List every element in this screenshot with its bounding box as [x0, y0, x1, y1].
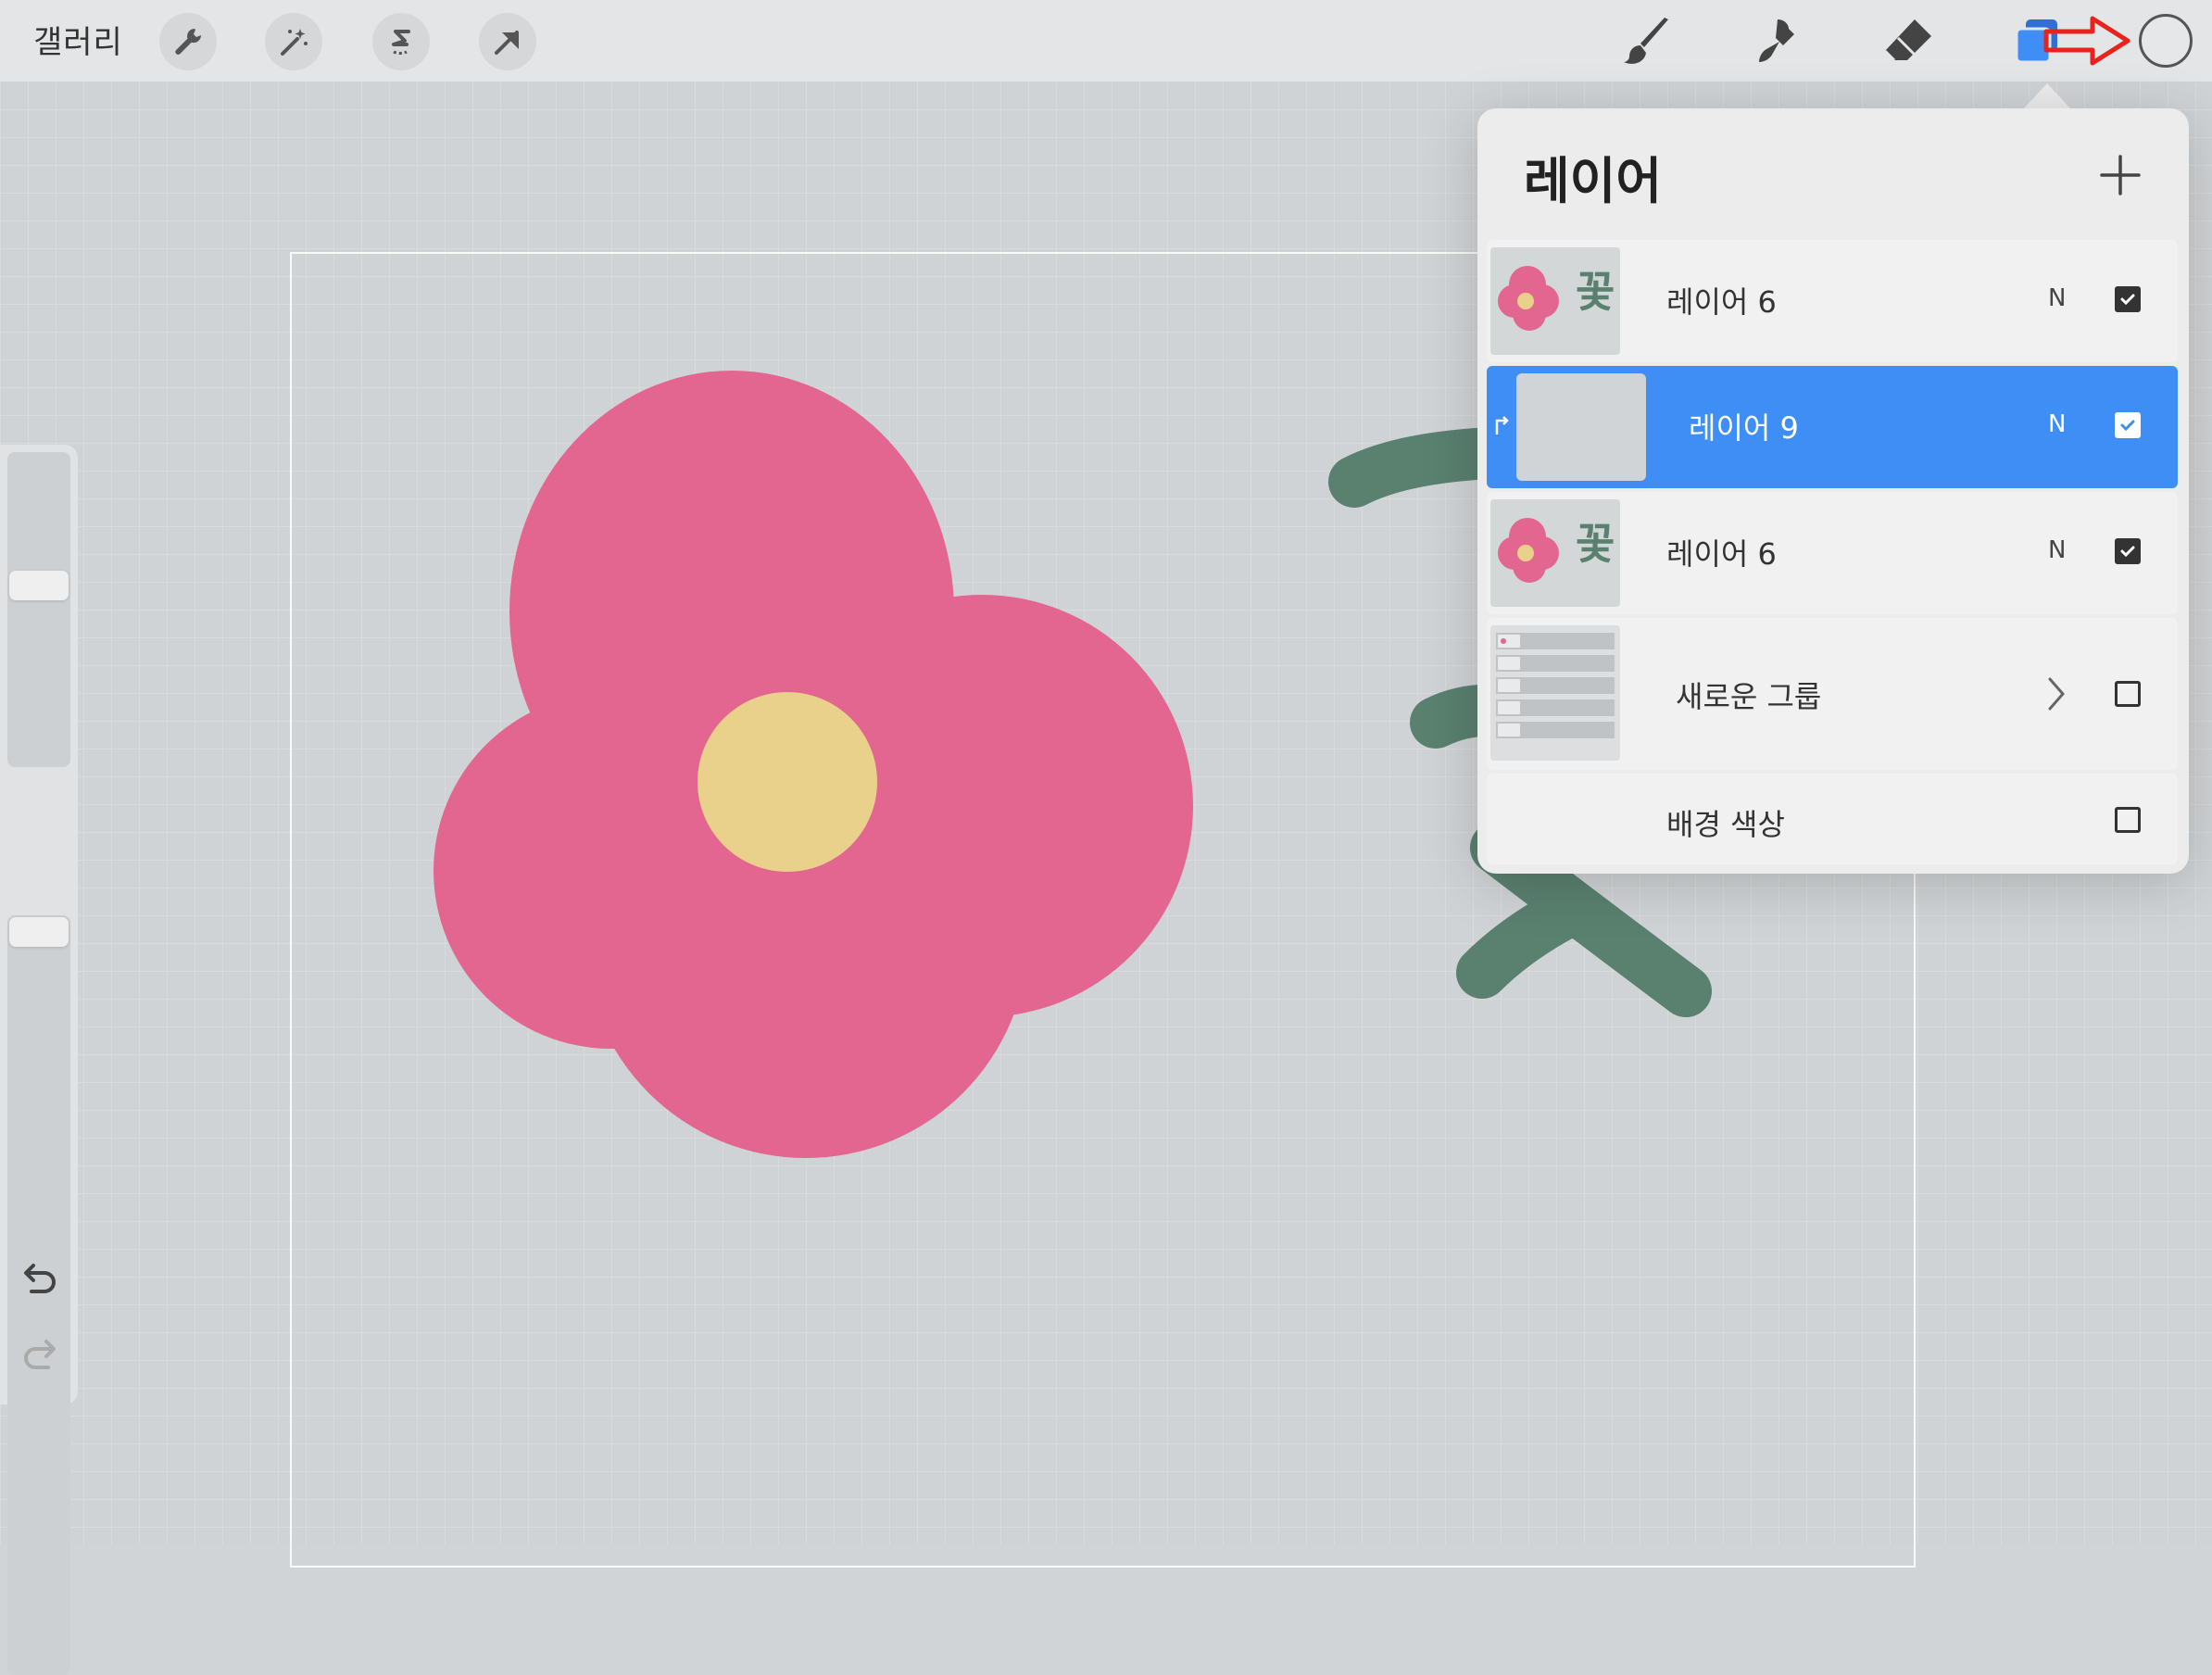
layer-name: 새로운 그룹	[1676, 679, 1822, 714]
brush-size-slider[interactable]	[7, 452, 70, 767]
selection-icon[interactable]	[372, 13, 430, 70]
group-thumbnail	[1490, 625, 1620, 761]
layer-visibility-checkbox[interactable]	[2115, 286, 2141, 312]
layer-name: 레이어 6	[1666, 284, 1777, 320]
blend-mode-button[interactable]: N	[2048, 536, 2066, 564]
eraser-icon[interactable]	[1877, 11, 1938, 72]
opacity-slider-thumb[interactable]	[9, 917, 69, 947]
background-color-row[interactable]: 배경 색상	[1487, 774, 2178, 864]
layers-panel: 레이어 꽃 레이어 6 N 레이어 9 N 꽃 레이어 6 N 새로운 그룹 배…	[1477, 108, 2189, 874]
layer-thumbnail: 꽃	[1490, 247, 1620, 355]
clipping-mask-icon	[1495, 416, 1509, 434]
chevron-right-icon[interactable]	[2042, 674, 2070, 714]
layer-name: 레이어 9	[1689, 410, 1799, 446]
blend-mode-button[interactable]: N	[2048, 284, 2066, 312]
flower-center	[698, 692, 877, 872]
layer-visibility-checkbox[interactable]	[2115, 412, 2141, 438]
brush-icon[interactable]	[1617, 11, 1678, 72]
smudge-icon[interactable]	[1747, 11, 1808, 72]
layer-visibility-checkbox[interactable]	[2115, 807, 2141, 833]
panel-title: 레이어	[1524, 152, 1663, 210]
brush-size-slider-thumb[interactable]	[9, 571, 69, 600]
magic-wand-icon[interactable]	[265, 13, 322, 70]
layer-name: 배경 색상	[1666, 807, 1785, 842]
redo-icon[interactable]	[19, 1334, 61, 1377]
layer-row-active[interactable]: 레이어 9 N	[1487, 366, 2178, 488]
blend-mode-button[interactable]: N	[2048, 410, 2066, 438]
top-toolbar: 갤러리	[0, 0, 2212, 82]
layer-name: 레이어 6	[1666, 536, 1777, 572]
layer-visibility-checkbox[interactable]	[2115, 681, 2141, 707]
layer-row[interactable]: 꽃 레이어 6 N	[1487, 492, 2178, 614]
wrench-icon[interactable]	[159, 13, 217, 70]
layer-row[interactable]: 꽃 레이어 6 N	[1487, 240, 2178, 362]
plus-icon[interactable]	[2096, 151, 2144, 199]
layer-thumbnail	[1516, 373, 1646, 481]
layer-thumbnail: 꽃	[1490, 499, 1620, 607]
layer-group-row[interactable]: 새로운 그룹	[1487, 618, 2178, 770]
panel-pointer	[2023, 83, 2071, 109]
annotation-arrow-icon	[2043, 16, 2130, 66]
layer-thumb-text: 꽃	[1576, 519, 1615, 569]
undo-icon[interactable]	[19, 1258, 61, 1301]
layer-visibility-checkbox[interactable]	[2115, 538, 2141, 564]
color-picker-button[interactable]	[2139, 14, 2193, 68]
layer-thumb-text: 꽃	[1576, 267, 1615, 317]
left-sidebar	[0, 445, 78, 1675]
gallery-button[interactable]: 갤러리	[33, 17, 123, 62]
transform-arrow-icon[interactable]	[479, 13, 536, 70]
